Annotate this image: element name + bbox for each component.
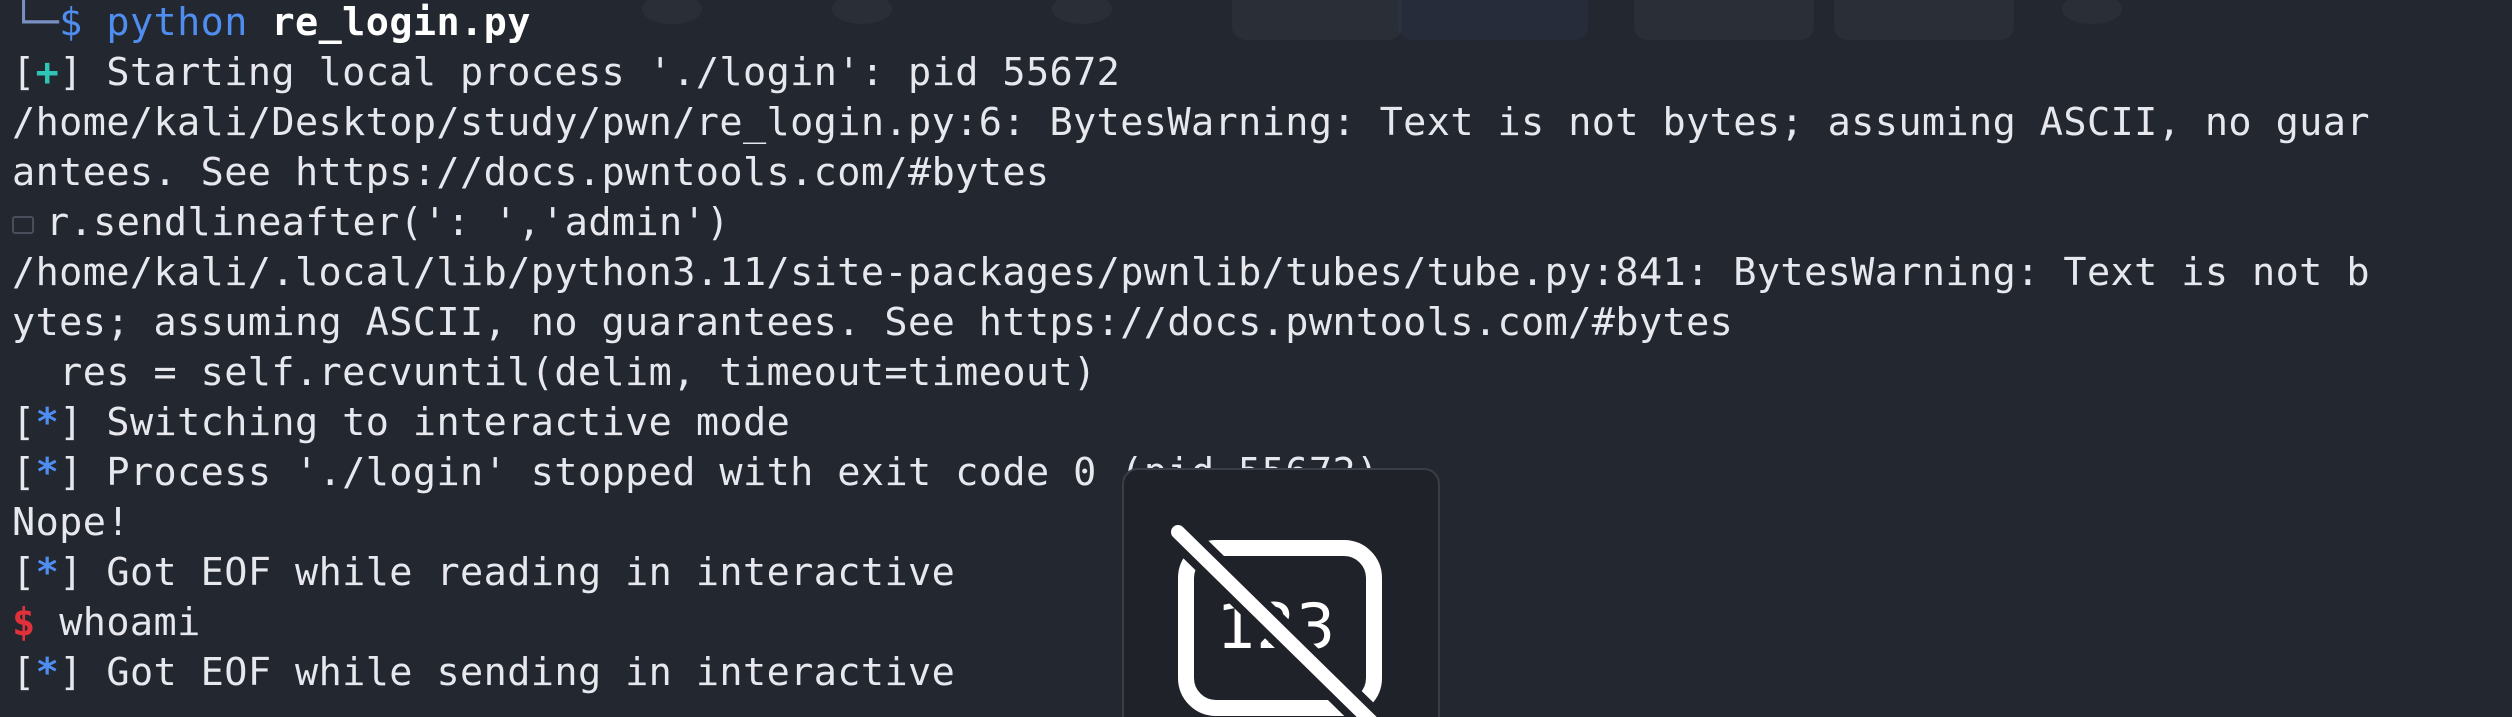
status-marker-plus: + (35, 50, 60, 95)
output-line: /home/kali/.local/lib/python3.11/site-pa… (12, 248, 2370, 298)
command-name: python (106, 0, 248, 45)
background-tile (1834, 0, 2014, 40)
background-tile (1398, 0, 1588, 40)
prompt-line: └─$ python re_login.py (12, 0, 531, 48)
output-text: /home/kali/.local/lib/python3.11/site-pa… (12, 250, 2370, 295)
output-text: r.sendlineafter(': ','admin') (46, 200, 730, 245)
output-line: r.sendlineafter(': ','admin') (12, 198, 730, 248)
background-icon (2062, 0, 2122, 24)
output-line: [*] Switching to interactive mode (12, 400, 791, 445)
output-text: antees. See https://docs.pwntools.com/#b… (12, 150, 1050, 195)
input-line[interactable]: $ whoami (12, 598, 201, 648)
prompt-dollar: $ (59, 0, 83, 45)
output-line: [*] Got EOF while reading in interactive (12, 550, 956, 595)
status-marker-star: * (35, 400, 60, 445)
command-argument: re_login.py (271, 0, 531, 45)
prompt-tree: └─ (12, 0, 60, 45)
background-icon (1052, 0, 1112, 24)
output-text: res = self.recvuntil(delim, timeout=time… (12, 350, 1097, 395)
output-text: ytes; assuming ASCII, no guarantees. See… (12, 300, 1734, 345)
output-text: Got EOF while sending in interactive (106, 650, 956, 695)
background-tile (1634, 0, 1814, 40)
interactive-prompt-dollar: $ (12, 600, 36, 645)
numeric-keypad-overlay: 123 (1122, 468, 1440, 717)
background-icon (642, 0, 702, 24)
output-text: Switching to interactive mode (106, 400, 791, 445)
status-marker-star: * (35, 650, 60, 695)
background-icon (832, 0, 892, 24)
output-line: Nope! (12, 498, 130, 548)
output-line: /home/kali/Desktop/study/pwn/re_login.py… (12, 98, 2370, 148)
numeric-keypad-disabled-icon: 123 (1163, 517, 1389, 717)
status-marker-star: * (35, 450, 60, 495)
input-text: whoami (59, 600, 201, 645)
copy-icon (12, 215, 34, 234)
output-text: Nope! (12, 500, 130, 545)
background-tile (1232, 0, 1402, 40)
output-line: antees. See https://docs.pwntools.com/#b… (12, 148, 1049, 198)
output-text: /home/kali/Desktop/study/pwn/re_login.py… (12, 100, 2370, 145)
output-line: [+] Starting local process './login': pi… (12, 50, 1121, 95)
output-line: [*] Got EOF while sending in interactive (12, 650, 956, 695)
status-marker-star: * (35, 550, 60, 595)
output-text: Starting local process './login': pid 55… (106, 50, 1121, 95)
terminal-window[interactable]: └─$ python re_login.py [+] Starting loca… (0, 0, 2512, 717)
output-line: res = self.recvuntil(delim, timeout=time… (12, 348, 1097, 398)
output-text: Got EOF while reading in interactive (106, 550, 956, 595)
output-line: ytes; assuming ASCII, no guarantees. See… (12, 298, 1733, 348)
